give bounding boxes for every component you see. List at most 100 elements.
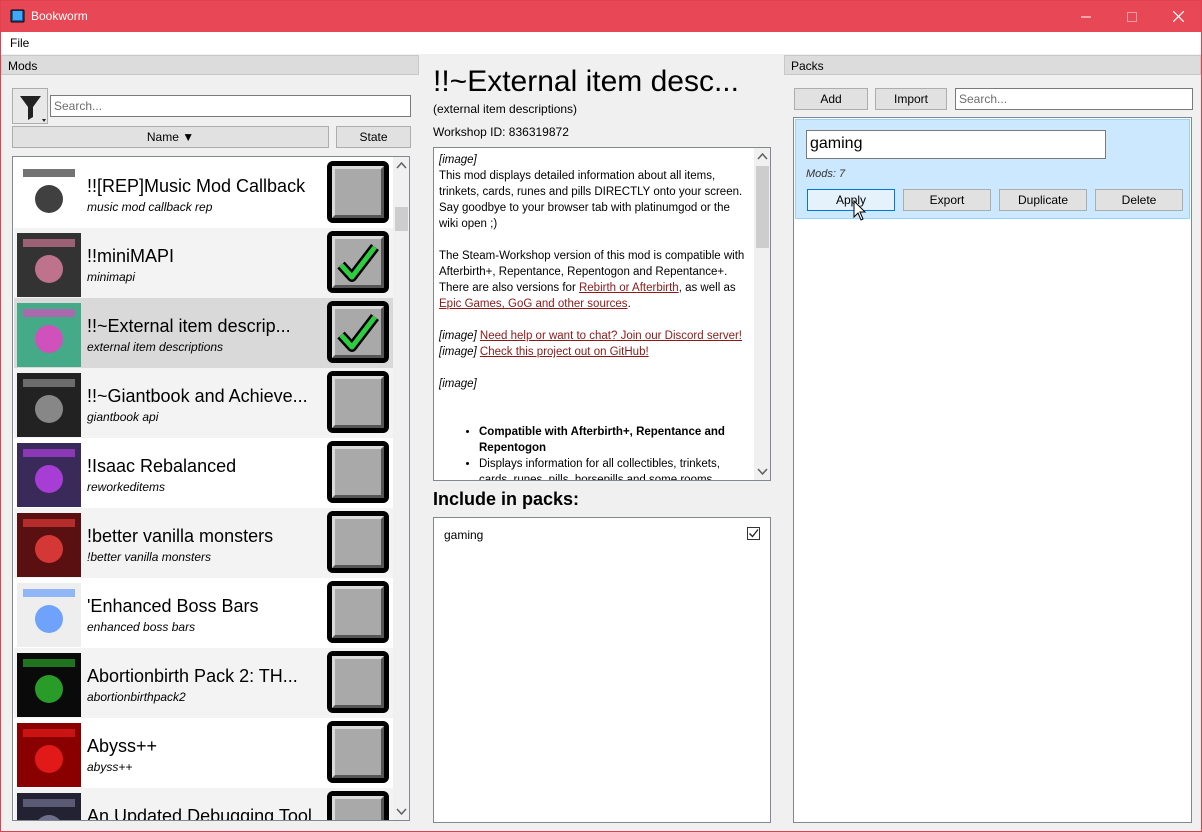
sort-state-button[interactable]: State [336, 126, 411, 148]
pack-mods-count: Mods: 7 [806, 168, 846, 180]
packs-search-input[interactable] [955, 88, 1193, 110]
mod-list-item[interactable]: Abyss++ abyss++ [14, 718, 393, 788]
workshop-id: Workshop ID: 836319872 [433, 125, 569, 139]
scroll-up-icon[interactable] [754, 148, 771, 165]
isaac-rebalanced-thumbnail [17, 443, 81, 507]
mod-enabled-toggle[interactable] [327, 791, 389, 820]
mod-list-scrollbar[interactable] [393, 157, 410, 820]
mod-list-item[interactable]: !!~Giantbook and Achieve... giantbook api [14, 368, 393, 438]
mod-enabled-toggle[interactable] [327, 441, 389, 503]
mod-list-item[interactable]: !![REP]Music Mod Callback music mod callb… [14, 158, 393, 228]
external-item-descriptions-thumbnail [17, 303, 81, 367]
pack-include-checkbox[interactable] [747, 527, 760, 540]
packs-list: gaming Mods: 7 Apply Export Duplicate De… [793, 117, 1192, 823]
link-epic-gog[interactable]: Epic Games, GoG and other sources [439, 298, 628, 310]
menu-bar: File [1, 32, 1201, 54]
pack-name-field[interactable]: gaming [806, 130, 1106, 159]
mod-folder-name: giantbook api [87, 410, 159, 424]
abortionbirth-thumbnail [17, 653, 81, 717]
window-title: Bookworm [31, 9, 88, 23]
toggle-face [332, 796, 384, 820]
debugging-tool-thumbnail [17, 793, 81, 820]
mod-folder-name: abyss++ [87, 760, 133, 774]
toggle-face [332, 586, 384, 638]
book-app-icon [10, 9, 25, 23]
mod-enabled-toggle[interactable] [327, 651, 389, 713]
scroll-down-icon[interactable] [754, 463, 771, 480]
image-placeholder: [image] [439, 378, 477, 390]
packs-header: Packs [784, 55, 1201, 75]
description-scrollbar[interactable] [754, 148, 771, 480]
title-bar[interactable]: Bookworm [1, 1, 1201, 32]
sort-name-button[interactable]: Name ▼ [12, 126, 329, 148]
desc-text: , as well as [678, 282, 736, 294]
mod-folder-name: !better vanilla monsters [87, 550, 212, 564]
image-placeholder: [image] [439, 346, 477, 358]
music-mod-callback-thumbnail [17, 163, 81, 227]
include-in-packs-heading: Include in packs: [433, 489, 580, 509]
description-scroll-thumb[interactable] [756, 166, 769, 248]
mod-name: !better vanilla monsters [87, 526, 274, 546]
delete-pack-button[interactable]: Delete [1095, 189, 1183, 211]
mod-enabled-toggle[interactable] [327, 231, 389, 293]
close-icon [1172, 11, 1184, 22]
link-github[interactable]: Check this project out on GitHub! [480, 346, 649, 358]
link-discord[interactable]: Need help or want to chat? Join our Disc… [480, 330, 742, 342]
feature-item: Displays information for all collectible… [479, 456, 751, 480]
mod-list-item[interactable]: 'Enhanced Boss Bars enhanced boss bars [14, 578, 393, 648]
maximize-button[interactable] [1109, 1, 1155, 32]
duplicate-pack-button[interactable]: Duplicate [999, 189, 1087, 211]
scroll-down-icon[interactable] [393, 803, 410, 820]
toggle-face [332, 656, 384, 708]
mod-enabled-toggle[interactable] [327, 371, 389, 433]
export-pack-button[interactable]: Export [903, 189, 991, 211]
apply-pack-button[interactable]: Apply [807, 189, 895, 211]
mod-list-item[interactable]: !!~External item descrip... external item… [14, 298, 393, 368]
maximize-icon [1127, 11, 1137, 22]
mod-list-scroll-thumb[interactable] [395, 207, 408, 231]
toggle-face [332, 166, 384, 218]
mod-enabled-toggle[interactable] [327, 301, 389, 363]
mod-list-item[interactable]: !!miniMAPI minimapi [14, 228, 393, 298]
abyss-thumbnail [17, 723, 81, 787]
mod-enabled-toggle[interactable] [327, 581, 389, 643]
scroll-up-icon[interactable] [393, 157, 410, 174]
mods-search-input[interactable] [50, 95, 411, 117]
mod-enabled-toggle[interactable] [327, 721, 389, 783]
filter-button[interactable] [12, 88, 48, 124]
green-checkmark-icon [337, 313, 379, 352]
mod-enabled-toggle[interactable] [327, 511, 389, 573]
toggle-face [332, 446, 384, 498]
giantbook-api-thumbnail [17, 373, 81, 437]
mod-name: Abortionbirth Pack 2: TH... [87, 666, 298, 686]
checkmark-icon [749, 529, 759, 538]
funnel-icon [20, 96, 46, 122]
minimize-icon [1081, 16, 1091, 17]
link-rebirth-afterbirth[interactable]: Rebirth or Afterbirth [579, 282, 679, 294]
mod-enabled-toggle[interactable] [327, 161, 389, 223]
menu-file[interactable]: File [10, 36, 29, 50]
mod-folder-name: music mod callback rep [87, 200, 213, 214]
description-box[interactable]: [image] This mod displays detailed infor… [433, 147, 771, 481]
mod-list-item[interactable]: !better vanilla monsters !better vanilla … [14, 508, 393, 578]
minimize-button[interactable] [1063, 1, 1109, 32]
toggle-face [332, 516, 384, 568]
mod-name: !!~External item descrip... [87, 316, 291, 336]
better-vanilla-monsters-thumbnail [17, 513, 81, 577]
add-pack-button[interactable]: Add [794, 88, 868, 110]
close-button[interactable] [1155, 1, 1201, 32]
mod-name: Abyss++ [87, 736, 158, 756]
toggle-face [332, 236, 384, 288]
app-window: Bookworm File Mods Name ▼ State !![REP]M… [0, 0, 1202, 832]
description-content: [image] This mod displays detailed infor… [439, 152, 751, 480]
mod-name: An Updated Debugging Tool [87, 806, 312, 821]
image-placeholder: [image] [439, 330, 477, 342]
mod-list: !![REP]Music Mod Callback music mod callb… [12, 156, 410, 821]
import-pack-button[interactable]: Import [875, 88, 947, 110]
mod-list-item[interactable]: Abortionbirth Pack 2: TH... abortionbirth… [14, 648, 393, 718]
toggle-face [332, 726, 384, 778]
mod-name: 'Enhanced Boss Bars [87, 596, 259, 616]
mod-list-item[interactable]: !Isaac Rebalanced reworkeditems [14, 438, 393, 508]
mod-detail-title: !!~External item desc... [433, 65, 739, 98]
mod-list-item[interactable]: An Updated Debugging Tool [14, 788, 393, 821]
